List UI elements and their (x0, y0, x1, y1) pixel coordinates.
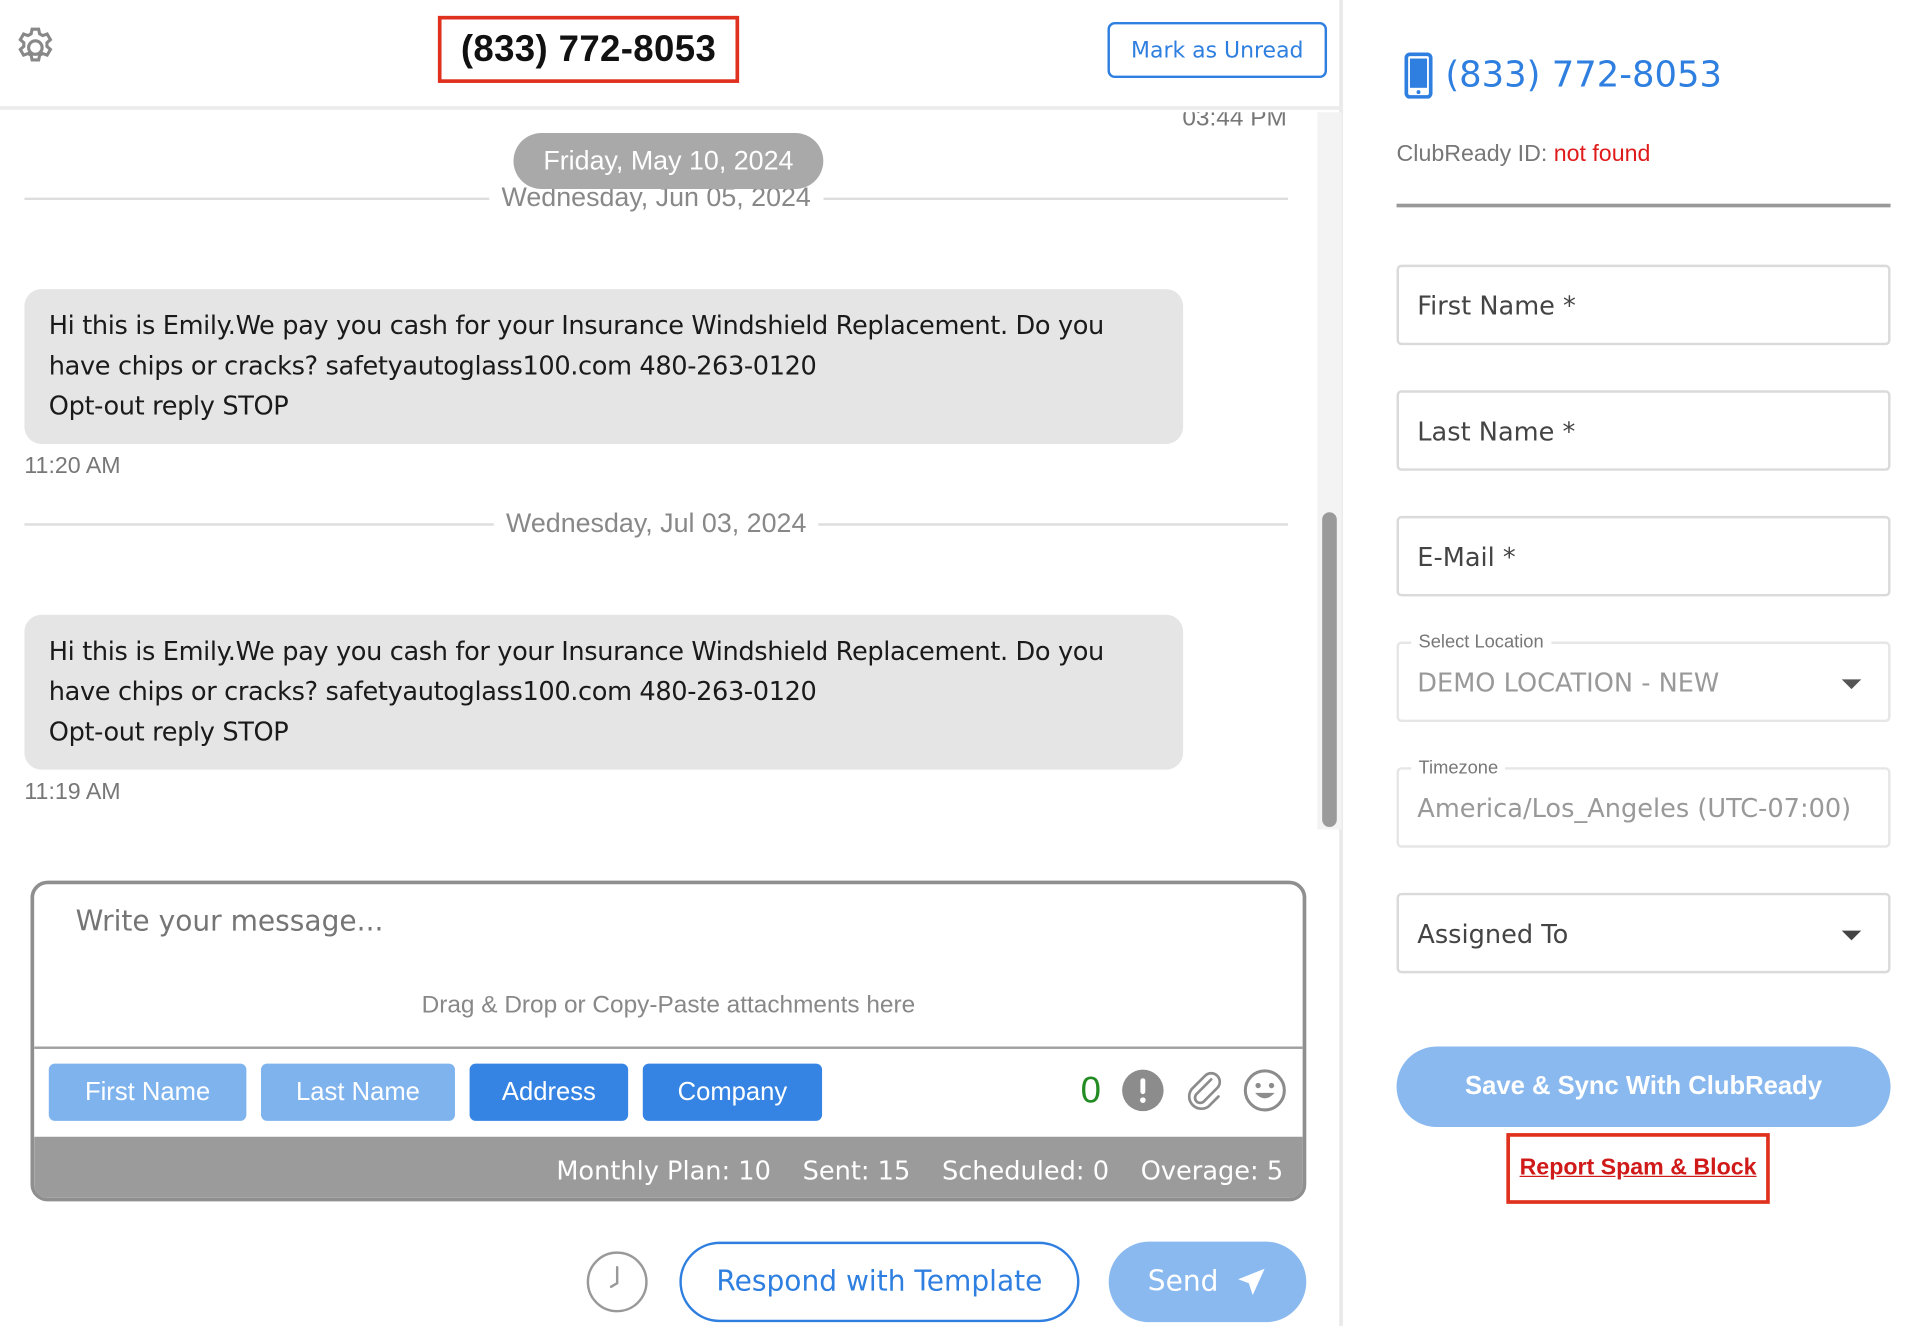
emoji-icon[interactable] (1243, 1068, 1287, 1112)
message-line: Opt-out reply STOP (48, 717, 289, 747)
timezone-label: Timezone (1411, 757, 1506, 779)
timezone-value: America/Los_Angeles (UTC-07:00) (1417, 794, 1852, 824)
message-time: 11:19 AM (24, 779, 121, 806)
contact-details-pane: (833) 772-8053 ClubReady ID: not found F… (1346, 0, 1908, 1326)
page-title: (833) 772-8053 (460, 28, 717, 69)
section-divider (1396, 203, 1891, 208)
message-time: 11:20 AM (24, 453, 121, 480)
message-line: Hi this is Emily.We pay you cash for you… (48, 311, 1105, 341)
assigned-to-placeholder: Assigned To (1417, 919, 1569, 949)
save-sync-button[interactable]: Save & Sync With ClubReady (1396, 1046, 1891, 1128)
mobile-phone-icon (1404, 52, 1433, 99)
paper-plane-icon (1238, 1268, 1265, 1296)
message-line: Hi this is Emily.We pay you cash for you… (48, 636, 1105, 666)
first-name-field[interactable]: First Name * (1396, 264, 1891, 346)
floating-date-pill: Friday, May 10, 2024 (513, 132, 824, 190)
location-select[interactable]: Select Location DEMO LOCATION - NEW (1396, 631, 1891, 723)
conversation-header: (833) 772-8053 Mark as Unread (0, 0, 1343, 110)
message-line: have chips or cracks? safetyautoglass100… (48, 351, 817, 381)
attachment-drop-zone[interactable]: Drag & Drop or Copy-Paste attachments he… (34, 992, 1302, 1020)
message-bubble: Hi this is Emily.We pay you cash for you… (24, 614, 1184, 770)
message-input[interactable] (75, 906, 1174, 938)
chip-first-name[interactable]: First Name (48, 1063, 247, 1121)
conversation-pane: (833) 772-8053 Mark as Unread 03:44 PM W… (0, 0, 1343, 1326)
schedule-clock-icon[interactable] (585, 1250, 648, 1313)
assigned-to-select[interactable]: Assigned To (1396, 892, 1891, 974)
location-value: DEMO LOCATION - NEW (1417, 668, 1720, 698)
clubready-id: ClubReady ID: not found (1397, 141, 1651, 168)
merge-field-toolbar: First Name Last Name Address Company 0 (34, 1046, 1303, 1137)
thread-scrollbar-thumb[interactable] (1322, 512, 1337, 827)
timezone-field: Timezone America/Los_Angeles (UTC-07:00) (1396, 757, 1891, 848)
spam-highlight-box: Report Spam & Block (1506, 1133, 1770, 1204)
plan-overage: Overage: 5 (1140, 1156, 1284, 1186)
alert-icon[interactable] (1121, 1068, 1165, 1112)
plan-scheduled: Scheduled: 0 (941, 1156, 1110, 1186)
send-button-label: Send (1147, 1266, 1219, 1298)
last-name-placeholder: Last Name * (1417, 417, 1576, 447)
message-line: have chips or cracks? safetyautoglass100… (48, 676, 817, 707)
message-composer: Drag & Drop or Copy-Paste attachments he… (30, 880, 1307, 1202)
gear-icon[interactable] (12, 24, 58, 70)
character-counter: 0 (1080, 1070, 1102, 1112)
date-divider-label: Wednesday, Jul 03, 2024 (493, 507, 819, 540)
plan-monthly: Monthly Plan: 10 (556, 1156, 771, 1186)
last-name-field[interactable]: Last Name * (1396, 390, 1891, 471)
first-name-placeholder: First Name * (1417, 291, 1576, 321)
chip-last-name[interactable]: Last Name (261, 1063, 455, 1121)
email-field[interactable]: E-Mail * (1396, 515, 1891, 597)
chip-company[interactable]: Company (642, 1063, 823, 1121)
contact-phone[interactable]: (833) 772-8053 (1445, 54, 1722, 95)
plan-sent: Sent: 15 (802, 1156, 911, 1186)
message-time: 03:44 PM (1182, 112, 1287, 132)
send-button[interactable]: Send (1108, 1241, 1307, 1323)
chevron-down-icon (1841, 930, 1862, 941)
chevron-down-icon (1841, 679, 1862, 690)
clubready-id-label: ClubReady ID: (1396, 141, 1548, 168)
email-placeholder: E-Mail * (1417, 542, 1516, 573)
location-label: Select Location (1411, 631, 1551, 653)
message-thread[interactable]: 03:44 PM Wednesday, Jun 05, 2024 Friday,… (0, 112, 1317, 829)
paperclip-icon[interactable] (1182, 1068, 1226, 1112)
clubready-id-value: not found (1553, 141, 1651, 168)
message-line: Opt-out reply STOP (48, 391, 289, 421)
chip-address[interactable]: Address (469, 1063, 629, 1121)
mark-as-unread-button[interactable]: Mark as Unread (1107, 21, 1328, 79)
plan-usage-bar: Monthly Plan: 10 Sent: 15 Scheduled: 0 O… (34, 1136, 1303, 1198)
message-bubble: Hi this is Emily.We pay you cash for you… (24, 289, 1184, 444)
respond-with-template-button[interactable]: Respond with Template (679, 1241, 1080, 1323)
report-spam-block-link[interactable]: Report Spam & Block (1520, 1155, 1757, 1182)
title-highlight-box: (833) 772-8053 (437, 15, 740, 83)
